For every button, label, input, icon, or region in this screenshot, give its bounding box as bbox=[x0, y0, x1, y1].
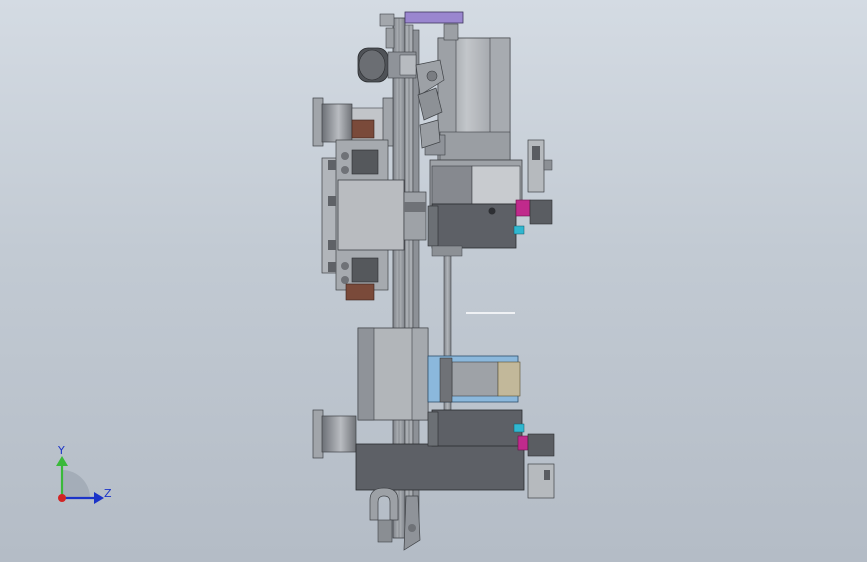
y-axis-arrow-icon bbox=[56, 456, 68, 466]
cad-viewport[interactable]: Y Z bbox=[0, 0, 867, 562]
lower-left-cylinder bbox=[312, 409, 357, 459]
orientation-triad[interactable]: Y Z bbox=[56, 444, 112, 504]
top-roller bbox=[357, 47, 417, 83]
y-axis-label: Y bbox=[57, 444, 65, 457]
z-axis-arrow-icon bbox=[94, 492, 104, 504]
assembly-drawing[interactable]: Y Z bbox=[0, 0, 867, 562]
lower-lift-assembly bbox=[357, 327, 521, 421]
z-axis-label: Z bbox=[104, 487, 112, 500]
upper-left-cylinder bbox=[312, 97, 394, 147]
upper-dark-block bbox=[427, 203, 517, 257]
middle-motor-block bbox=[429, 159, 523, 207]
origin-marker bbox=[58, 494, 66, 502]
bottom-clamp bbox=[369, 487, 421, 551]
lower-dark-block bbox=[355, 409, 525, 491]
